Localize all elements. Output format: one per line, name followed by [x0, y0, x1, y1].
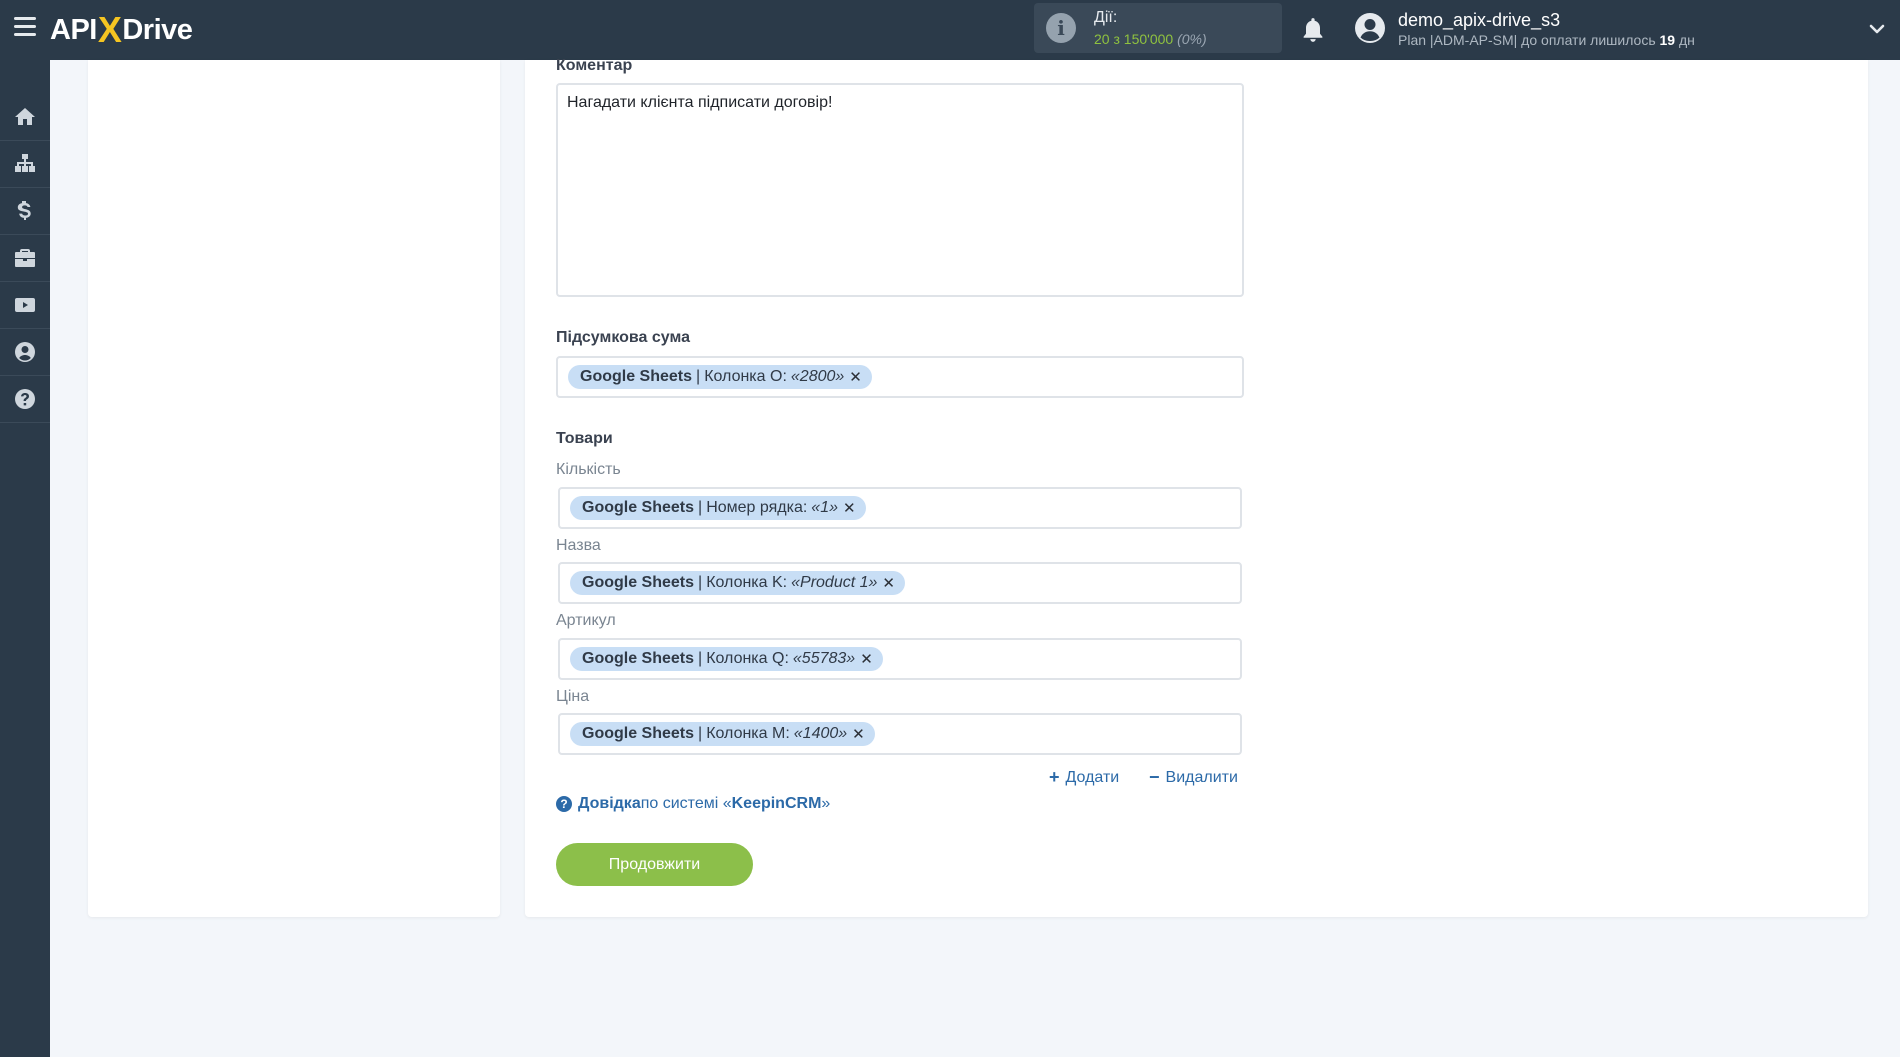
sidebar-item-connections[interactable]	[0, 141, 50, 188]
help-prefix: Довідка	[578, 795, 641, 812]
sidebar-item-help[interactable]	[0, 376, 50, 423]
total-label: Підсумкова сума	[556, 329, 690, 346]
price-field[interactable]: Google Sheets | Колонка M: «1400» ✕	[558, 713, 1242, 755]
price-label: Ціна	[556, 688, 590, 705]
chip-field: Колонка K:	[706, 574, 788, 591]
help-middle: по системі «	[640, 795, 732, 812]
price-chip[interactable]: Google Sheets | Колонка M: «1400» ✕	[570, 722, 875, 746]
chip-separator: |	[696, 368, 701, 385]
main-panel: Коментар Нагадати клієнта підписати дого…	[525, 57, 1868, 917]
sku-label: Артикул	[556, 612, 616, 629]
dollar-icon	[17, 201, 31, 220]
plan-days: 19	[1659, 32, 1676, 48]
quantity-chip[interactable]: Google Sheets | Номер рядка: «1» ✕	[570, 496, 866, 520]
left-panel	[88, 60, 500, 917]
sidebar-item-profile[interactable]	[0, 329, 50, 376]
actions-value: 20 з 150'000 (0%)	[1094, 31, 1207, 47]
chip-source: Google Sheets	[582, 499, 695, 516]
chip-source: Google Sheets	[582, 725, 695, 742]
info-icon: i	[1046, 13, 1076, 43]
home-icon	[15, 108, 35, 125]
chip-separator: |	[698, 725, 703, 742]
logo-part2: Drive	[122, 13, 193, 46]
goods-label: Товари	[556, 430, 613, 447]
remove-button[interactable]: − Видалити	[1149, 767, 1238, 788]
plan-days-suffix: дн	[1675, 32, 1695, 48]
actions-limit: 150'000	[1123, 31, 1174, 47]
close-icon[interactable]: ✕	[849, 368, 862, 386]
question-icon: ?	[556, 796, 572, 812]
comment-value: Нагадати клієнта підписати договір!	[567, 94, 833, 111]
sidebar	[0, 60, 50, 1057]
sidebar-item-video[interactable]	[0, 282, 50, 329]
remove-label: Видалити	[1165, 768, 1238, 786]
comment-label: Коментар	[556, 57, 633, 74]
quantity-field[interactable]: Google Sheets | Номер рядка: «1» ✕	[558, 487, 1242, 529]
add-label: Додати	[1065, 768, 1120, 786]
chip-source: Google Sheets	[582, 574, 695, 591]
help-link[interactable]: ? Довідка по системі «KeepinCRM»	[556, 795, 830, 813]
close-icon[interactable]: ✕	[843, 499, 856, 517]
chip-source: Google Sheets	[582, 650, 695, 667]
logo-x: X	[97, 9, 122, 50]
user-name[interactable]: demo_apix-drive_s3	[1398, 10, 1560, 31]
bell-icon[interactable]	[1300, 16, 1326, 44]
plan-prefix: Plan |ADM-AP-SM| до оплати лишилось	[1398, 32, 1660, 48]
actions-label: Дії:	[1094, 9, 1118, 26]
chip-separator: |	[698, 499, 703, 516]
close-icon[interactable]: ✕	[882, 574, 895, 592]
continue-button[interactable]: Продовжити	[556, 843, 753, 886]
comment-textarea[interactable]: Нагадати клієнта підписати договір!	[556, 83, 1244, 297]
actions-counter[interactable]: i Дії: 20 з 150'000 (0%)	[1034, 3, 1282, 53]
sitemap-icon	[15, 154, 35, 172]
user-icon	[15, 342, 35, 362]
avatar[interactable]	[1354, 12, 1386, 44]
actions-used: 20	[1094, 31, 1110, 47]
sku-field[interactable]: Google Sheets | Колонка Q: «55783» ✕	[558, 638, 1242, 680]
sku-chip[interactable]: Google Sheets | Колонка Q: «55783» ✕	[570, 647, 883, 671]
name-label: Назва	[556, 537, 601, 554]
plus-icon: +	[1049, 767, 1060, 787]
sidebar-item-tools[interactable]	[0, 235, 50, 282]
close-icon[interactable]: ✕	[852, 725, 865, 743]
chip-field: Номер рядка:	[706, 499, 808, 516]
chip-value: «2800»	[790, 368, 845, 385]
logo-part1: API	[50, 13, 97, 46]
add-button[interactable]: + Додати	[1049, 767, 1119, 788]
user-plan: Plan |ADM-AP-SM| до оплати лишилось 19 д…	[1398, 32, 1695, 48]
menu-icon[interactable]	[14, 17, 36, 37]
chip-value: «1»	[811, 499, 838, 516]
youtube-icon	[15, 298, 35, 312]
name-chip[interactable]: Google Sheets | Колонка K: «Product 1» ✕	[570, 571, 905, 595]
sidebar-item-billing[interactable]	[0, 188, 50, 235]
chip-value: «55783»	[792, 650, 856, 667]
chevron-down-icon[interactable]	[1868, 20, 1886, 38]
chip-separator: |	[698, 574, 703, 591]
actions-separator: з	[1109, 31, 1124, 47]
chip-source: Google Sheets	[580, 368, 693, 385]
quantity-label: Кількість	[556, 461, 621, 478]
total-field[interactable]: Google Sheets | Колонка O: «2800» ✕	[556, 356, 1244, 398]
minus-icon: −	[1149, 767, 1160, 787]
top-bar: API X Drive i Дії: 20 з 150'000 (0%) demo_…	[0, 0, 1900, 60]
briefcase-icon	[15, 249, 35, 267]
chip-value: «Product 1»	[791, 574, 878, 591]
help-suffix: »	[821, 795, 831, 812]
chip-field: Колонка Q:	[706, 650, 789, 667]
sidebar-item-home[interactable]	[0, 94, 50, 141]
total-chip[interactable]: Google Sheets | Колонка O: «2800» ✕	[568, 365, 872, 389]
chip-value: «1400»	[793, 725, 848, 742]
help-system: KeepinCRM	[731, 795, 822, 812]
chip-separator: |	[698, 650, 703, 667]
logo[interactable]: API X Drive	[50, 9, 193, 50]
name-field[interactable]: Google Sheets | Колонка K: «Product 1» ✕	[558, 562, 1242, 604]
chip-field: Колонка M:	[706, 725, 790, 742]
actions-percent: (0%)	[1177, 31, 1207, 47]
close-icon[interactable]: ✕	[860, 650, 873, 668]
help-icon	[15, 389, 35, 409]
chip-field: Колонка O:	[704, 368, 787, 385]
